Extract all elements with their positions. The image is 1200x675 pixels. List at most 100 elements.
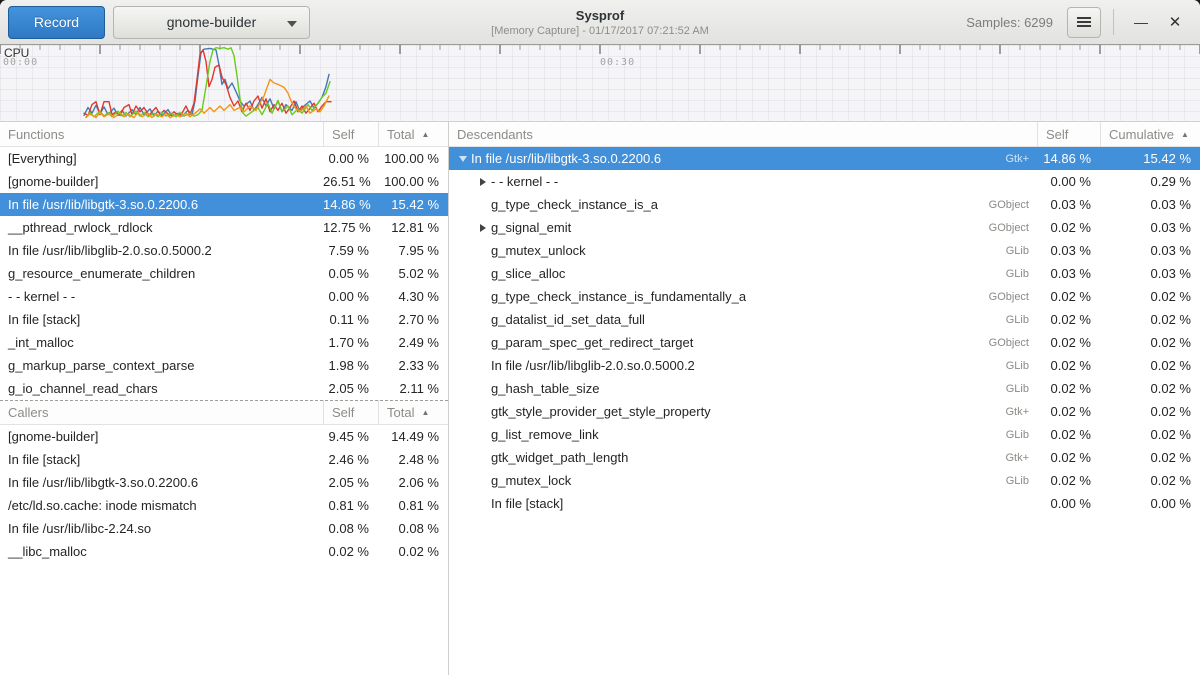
column-header-self[interactable]: Self xyxy=(1037,122,1100,147)
cpu-graph[interactable]: CPU 00:00 00:30 xyxy=(0,45,1200,122)
self-value: 26.51 % xyxy=(323,174,378,189)
table-row[interactable]: _int_malloc1.70 %2.49 % xyxy=(0,331,448,354)
descendant-name: g_type_check_instance_is_a xyxy=(491,197,658,212)
table-row[interactable]: g_type_check_instance_is_aGObject0.03 %0… xyxy=(449,193,1200,216)
function-name: g_resource_enumerate_children xyxy=(0,266,323,281)
descendant-name-cell: g_hash_table_sizeGLib xyxy=(449,381,1037,396)
total-value: 0.08 % xyxy=(378,521,448,536)
table-row[interactable]: In file /usr/lib/libglib-2.0.so.0.5000.2… xyxy=(0,239,448,262)
table-row[interactable]: gtk_style_provider_get_style_propertyGtk… xyxy=(449,400,1200,423)
column-header-self[interactable]: Self xyxy=(323,400,378,425)
category-tag: GObject xyxy=(989,337,1037,349)
category-tag: GLib xyxy=(1006,245,1037,257)
table-row[interactable]: In file /usr/lib/libgtk-3.so.0.2200.62.0… xyxy=(0,471,448,494)
descendant-name-cell: g_list_remove_linkGLib xyxy=(449,427,1037,442)
total-value: 12.81 % xyxy=(378,220,448,235)
descendants-body: In file /usr/lib/libgtk-3.so.0.2200.6Gtk… xyxy=(449,147,1200,515)
category-tag: GLib xyxy=(1006,475,1037,487)
table-row[interactable]: g_mutex_lockGLib0.02 %0.02 % xyxy=(449,469,1200,492)
callers-header: Callers Self Total ▲ xyxy=(0,400,448,425)
descendant-name-cell: In file /usr/lib/libglib-2.0.so.0.5000.2… xyxy=(449,358,1037,373)
function-name: - - kernel - - xyxy=(0,289,323,304)
close-icon: ✕ xyxy=(1169,14,1182,31)
descendant-name-cell: g_mutex_lock GLib xyxy=(449,473,1037,488)
table-row[interactable]: In file /usr/lib/libc-2.24.so0.08 %0.08 … xyxy=(0,517,448,540)
table-row[interactable]: - - kernel - -0.00 %4.30 % xyxy=(0,285,448,308)
column-header-total[interactable]: Total ▲ xyxy=(378,122,448,147)
descendant-name: - - kernel - - xyxy=(491,174,558,189)
self-value: 2.46 % xyxy=(323,452,378,467)
minimize-button[interactable]: — xyxy=(1124,5,1158,39)
callers-table: Callers Self Total ▲ [gnome-builder]9.45… xyxy=(0,400,448,563)
table-row[interactable]: - - kernel - -0.00 %0.29 % xyxy=(449,170,1200,193)
menu-button[interactable] xyxy=(1067,7,1101,38)
column-header-callers[interactable]: Callers xyxy=(0,400,323,425)
record-button[interactable]: Record xyxy=(8,6,105,39)
table-row[interactable]: g_datalist_id_set_data_fullGLib0.02 %0.0… xyxy=(449,308,1200,331)
self-value: 14.86 % xyxy=(323,197,378,212)
descendant-name: gtk_style_provider_get_style_property xyxy=(491,404,711,419)
cumulative-value: 0.02 % xyxy=(1100,358,1200,373)
table-row[interactable]: gtk_widget_path_lengthGtk+0.02 %0.02 % xyxy=(449,446,1200,469)
collapse-arrow-icon[interactable] xyxy=(455,156,471,162)
header-bar: Record gnome-builder Sysprof [Memory Cap… xyxy=(0,0,1200,45)
expand-arrow-icon[interactable] xyxy=(475,178,491,186)
cumulative-value: 0.03 % xyxy=(1100,243,1200,258)
target-select-button[interactable]: gnome-builder xyxy=(113,6,310,39)
column-header-functions[interactable]: Functions xyxy=(0,122,323,147)
table-row[interactable]: In file [stack]0.00 %0.00 % xyxy=(449,492,1200,515)
column-header-cumulative[interactable]: Cumulative ▲ xyxy=(1100,122,1200,147)
category-tag: GObject xyxy=(989,199,1037,211)
main-area: Functions Self Total ▲ [Everything]0.00 … xyxy=(0,122,1200,675)
column-header-descendants[interactable]: Descendants xyxy=(449,122,1037,147)
total-value: 100.00 % xyxy=(378,151,448,166)
descendant-name: g_mutex_lock xyxy=(491,473,571,488)
table-row[interactable]: __libc_malloc0.02 %0.02 % xyxy=(0,540,448,563)
table-row[interactable]: g_type_check_instance_is_fundamentally_a… xyxy=(449,285,1200,308)
table-row[interactable]: In file /usr/lib/libgtk-3.so.0.2200.614.… xyxy=(0,193,448,216)
left-pane: Functions Self Total ▲ [Everything]0.00 … xyxy=(0,122,449,675)
table-row[interactable]: __pthread_rwlock_rdlock12.75 %12.81 % xyxy=(0,216,448,239)
table-row[interactable]: In file [stack]2.46 %2.48 % xyxy=(0,448,448,471)
table-row[interactable]: g_slice_allocGLib0.03 %0.03 % xyxy=(449,262,1200,285)
close-button[interactable]: ✕ xyxy=(1158,5,1192,39)
cumulative-value: 0.03 % xyxy=(1100,197,1200,212)
self-value: 0.08 % xyxy=(323,521,378,536)
descendant-name: g_datalist_id_set_data_full xyxy=(491,312,645,327)
column-header-self[interactable]: Self xyxy=(323,122,378,147)
self-value: 12.75 % xyxy=(323,220,378,235)
table-row[interactable]: /etc/ld.so.cache: inode mismatch0.81 %0.… xyxy=(0,494,448,517)
function-name: In file /usr/lib/libc-2.24.so xyxy=(0,521,323,536)
functions-header: Functions Self Total ▲ xyxy=(0,122,448,147)
table-row[interactable]: In file [stack]0.11 %2.70 % xyxy=(0,308,448,331)
self-value: 7.59 % xyxy=(323,243,378,258)
self-value: 0.02 % xyxy=(1037,220,1100,235)
total-value: 4.30 % xyxy=(378,289,448,304)
total-value: 2.33 % xyxy=(378,358,448,373)
table-row[interactable]: g_resource_enumerate_children0.05 %5.02 … xyxy=(0,262,448,285)
table-row[interactable]: g_mutex_unlockGLib0.03 %0.03 % xyxy=(449,239,1200,262)
table-row[interactable]: [gnome-builder]9.45 %14.49 % xyxy=(0,425,448,448)
table-row[interactable]: [Everything]0.00 %100.00 % xyxy=(0,147,448,170)
self-value: 0.02 % xyxy=(1037,289,1100,304)
hamburger-icon xyxy=(1077,17,1091,27)
table-row[interactable]: [gnome-builder]26.51 %100.00 % xyxy=(0,170,448,193)
expand-arrow-icon[interactable] xyxy=(475,224,491,232)
self-value: 0.02 % xyxy=(1037,358,1100,373)
total-value: 5.02 % xyxy=(378,266,448,281)
time-label-start: 00:00 xyxy=(3,57,38,68)
self-value: 1.98 % xyxy=(323,358,378,373)
table-row[interactable]: g_signal_emitGObject0.02 %0.03 % xyxy=(449,216,1200,239)
descendant-name-cell: g_signal_emitGObject xyxy=(449,220,1037,235)
category-tag: GObject xyxy=(989,222,1037,234)
column-header-total[interactable]: Total ▲ xyxy=(378,400,448,425)
table-row[interactable]: g_io_channel_read_chars2.05 %2.11 % xyxy=(0,377,448,400)
table-row[interactable]: g_param_spec_get_redirect_targetGObject0… xyxy=(449,331,1200,354)
function-name: [Everything] xyxy=(0,151,323,166)
table-row[interactable]: g_markup_parse_context_parse1.98 %2.33 % xyxy=(0,354,448,377)
table-row[interactable]: In file /usr/lib/libgtk-3.so.0.2200.6Gtk… xyxy=(449,147,1200,170)
table-row[interactable]: In file /usr/lib/libglib-2.0.so.0.5000.2… xyxy=(449,354,1200,377)
table-row[interactable]: g_hash_table_sizeGLib0.02 %0.02 % xyxy=(449,377,1200,400)
table-row[interactable]: g_list_remove_linkGLib0.02 %0.02 % xyxy=(449,423,1200,446)
self-value: 2.05 % xyxy=(323,381,378,396)
